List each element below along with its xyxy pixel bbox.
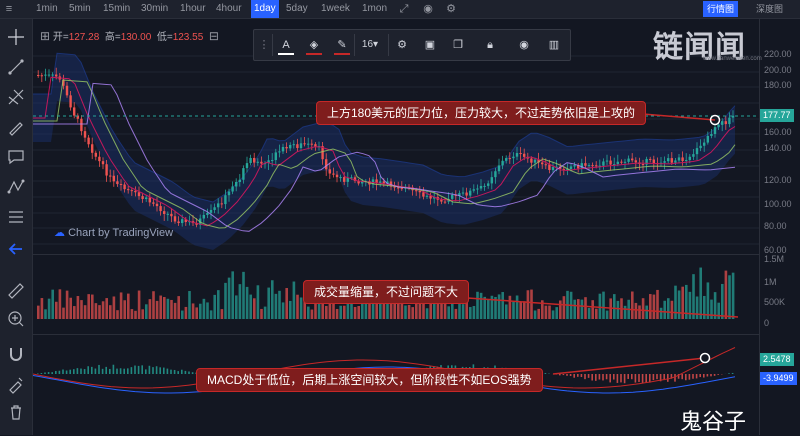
price-tick: 160.00	[764, 127, 792, 137]
ruler-icon[interactable]	[6, 281, 26, 301]
volume-tick: 1M	[764, 277, 777, 287]
divider	[272, 34, 273, 56]
drag-handle-icon[interactable]: ⋮	[256, 37, 272, 53]
tab-kline[interactable]: 行情图	[703, 1, 738, 17]
ohlc-legend: ⊞ 开=127.28 高=130.00 低=123.55 ⊟	[40, 28, 219, 43]
tradingview-logo-text: Chart by TradingView	[68, 227, 173, 239]
price-tick: 100.00	[764, 199, 792, 209]
timeframe-1mon[interactable]: 1mon	[362, 0, 387, 18]
low-value: 123.55	[173, 32, 204, 43]
annotation-marker-macd	[701, 354, 710, 363]
price-tick: 220.00	[764, 49, 792, 59]
fib-icon[interactable]	[6, 207, 26, 227]
lock-drawings-icon[interactable]	[6, 374, 26, 394]
drawing-properties-toolbar: ⋮ A ◈ ✎ 16▾ ⚙ ▣ ❐ 🔒︎ ◉ ▥	[253, 29, 571, 61]
annotation-arrow-macd	[553, 358, 705, 374]
timeframe-30min[interactable]: 30min	[141, 0, 168, 18]
tradingview-logo[interactable]: ☁ Chart by TradingView	[54, 226, 173, 239]
open-value: 127.28	[69, 32, 100, 43]
divider	[388, 34, 389, 56]
font-size-value: 16	[362, 39, 373, 50]
timeframe-bar: ≡ 1min 5min 15min 30min 1hour 4hour 1day…	[0, 0, 800, 19]
pane-separator-macd[interactable]	[33, 334, 800, 335]
macd-lower-tag: -3.9499	[760, 372, 797, 385]
fill-color-icon[interactable]: ◈	[306, 37, 322, 55]
lock-icon[interactable]: 🔒︎	[482, 37, 498, 53]
timeframe-5day[interactable]: 5day	[286, 0, 308, 18]
price-tick: 140.00	[764, 143, 792, 153]
current-price-tag: 177.77	[760, 109, 794, 122]
annotation-macd[interactable]: MACD处于低位，后期上涨空间较大，但阶段性不如EOS强势	[196, 368, 543, 392]
indicator-icon[interactable]: ◉	[421, 2, 435, 16]
template-icon[interactable]: ▣	[422, 37, 438, 53]
volume-tick: 0	[764, 318, 769, 328]
high-label: 高=	[105, 32, 121, 43]
volume-tick: 500K	[764, 297, 785, 307]
tab-depth[interactable]: 深度图	[752, 1, 787, 17]
trend-line-icon[interactable]	[6, 57, 26, 77]
expand-icon[interactable]: ⊞	[40, 29, 50, 43]
fork-icon[interactable]	[6, 87, 26, 107]
author-signature: 鬼谷子	[680, 404, 746, 436]
chart-type-icon[interactable]: ⤢	[397, 2, 411, 16]
drawing-tools-sidebar	[0, 19, 33, 435]
collapse-icon[interactable]: ⊟	[209, 29, 219, 43]
trash-icon[interactable]	[6, 402, 26, 422]
open-label: 开=	[53, 32, 69, 43]
timeframe-1week[interactable]: 1week	[321, 0, 350, 18]
back-arrow-icon[interactable]	[6, 239, 26, 259]
settings-icon[interactable]: ⚙	[444, 2, 458, 16]
text-color-icon[interactable]: A	[278, 37, 294, 55]
timeframe-1hour[interactable]: 1hour	[180, 0, 206, 18]
delete-icon[interactable]: ▥	[546, 37, 562, 53]
high-value: 130.00	[121, 32, 152, 43]
timeframe-1day[interactable]: 1day	[251, 0, 279, 18]
brush-icon[interactable]	[6, 117, 26, 137]
line-color-icon[interactable]: ✎	[334, 37, 350, 55]
volume-tick: 1.5M	[764, 254, 784, 264]
price-tick: 180.00	[764, 80, 792, 90]
price-tick: 120.00	[764, 175, 792, 185]
pattern-icon[interactable]	[6, 177, 26, 197]
cloud-icon: ☁	[54, 227, 65, 239]
annotation-resistance[interactable]: 上方180美元的压力位，压力较大，不过走势依旧是上攻的	[316, 101, 646, 125]
crosshair-icon[interactable]	[6, 27, 26, 47]
pane-separator-volume[interactable]	[33, 254, 800, 255]
divider	[354, 34, 355, 56]
gear-icon[interactable]: ⚙	[394, 37, 410, 53]
magnet-icon[interactable]	[6, 344, 26, 364]
visibility-icon[interactable]: ◉	[516, 37, 532, 53]
zoom-in-icon[interactable]	[6, 309, 26, 329]
timeframe-4hour[interactable]: 4hour	[216, 0, 242, 18]
price-tick: 80.00	[764, 221, 787, 231]
timeframe-1min[interactable]: 1min	[36, 0, 58, 18]
annotation-volume[interactable]: 成交量缩量，不过问题不大	[303, 280, 469, 304]
bollinger-band	[33, 53, 735, 250]
menu-icon[interactable]: ≡	[2, 2, 16, 16]
text-note-icon[interactable]	[6, 147, 26, 167]
brand-watermark-site: www.lianwenwen.com	[703, 56, 762, 62]
clone-icon[interactable]: ❐	[450, 37, 466, 53]
font-size-select[interactable]: 16▾	[358, 37, 382, 53]
low-label: 低=	[157, 32, 173, 43]
price-tick: 200.00	[764, 65, 792, 75]
timeframe-15min[interactable]: 15min	[103, 0, 130, 18]
macd-upper-tag: 2.5478	[760, 353, 794, 366]
timeframe-5min[interactable]: 5min	[69, 0, 91, 18]
